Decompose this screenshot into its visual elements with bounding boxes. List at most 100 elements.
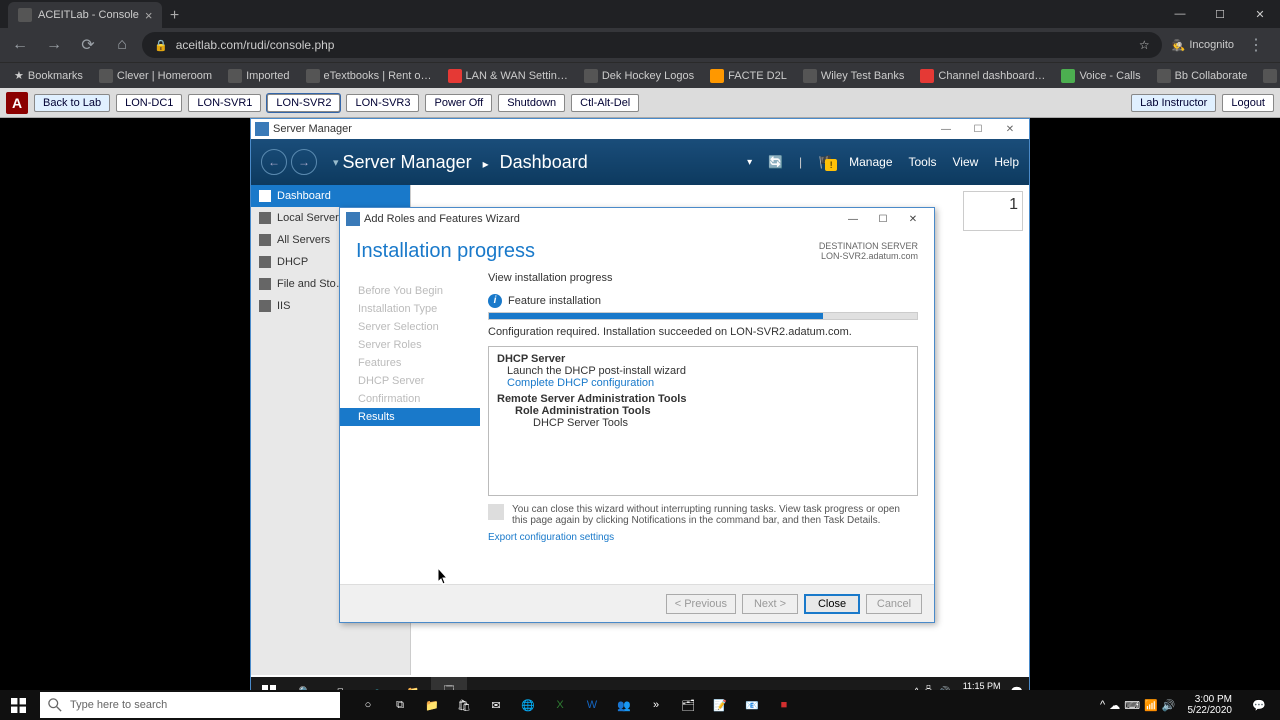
taskbar-excel-icon[interactable]: X xyxy=(544,690,576,720)
wizard-step: Server Roles xyxy=(340,336,480,354)
sidebar-item-dashboard[interactable]: Dashboard xyxy=(251,185,410,207)
taskbar-teams-icon[interactable]: 👥 xyxy=(608,690,640,720)
menu-manage[interactable]: Manage xyxy=(849,155,892,169)
taskbar-mail-icon[interactable]: ✉ xyxy=(480,690,512,720)
close-icon[interactable]: ✕ xyxy=(995,121,1025,137)
bookmark-item[interactable]: FACTE D2L xyxy=(704,69,793,83)
forward-icon[interactable]: → xyxy=(40,31,68,59)
note-icon xyxy=(488,504,504,520)
taskbar-store-icon[interactable]: 🛍 xyxy=(448,690,480,720)
shutdown-button[interactable]: Shutdown xyxy=(498,94,565,112)
bookmark-item[interactable]: Clever | Homeroom xyxy=(93,69,218,83)
star-icon[interactable]: ☆ xyxy=(1139,38,1150,52)
bookmarks-star-icon[interactable]: ★ Bookmarks xyxy=(8,69,89,82)
minimize-icon[interactable]: — xyxy=(1160,0,1200,28)
reload-icon[interactable]: ⟳ xyxy=(74,31,102,59)
bookmark-item[interactable]: LAN & WAN Settin… xyxy=(442,69,574,83)
tray-onedrive-icon[interactable]: ☁ xyxy=(1109,699,1120,712)
chevron-down-icon[interactable]: ▾ xyxy=(747,157,752,168)
wizard-titlebar[interactable]: Add Roles and Features Wizard — ☐ ✕ xyxy=(340,208,934,230)
maximize-icon[interactable]: ☐ xyxy=(868,210,898,228)
minimize-icon[interactable]: — xyxy=(931,121,961,137)
task-view-icon[interactable]: ⧉ xyxy=(384,690,416,720)
result-row: DHCP Server xyxy=(497,353,909,365)
back-icon[interactable]: ← xyxy=(6,31,34,59)
power-off-button[interactable]: Power Off xyxy=(425,94,492,112)
other-bookmarks[interactable]: Other bookmarks xyxy=(1257,69,1280,83)
taskbar-app-icon[interactable]: 🗂 xyxy=(672,690,704,720)
taskbar-explorer-icon[interactable]: 📁 xyxy=(416,690,448,720)
taskbar-app-icon[interactable]: ■ xyxy=(768,690,800,720)
home-icon[interactable]: ⌂ xyxy=(108,31,136,59)
close-icon[interactable]: ✕ xyxy=(898,210,928,228)
bookmark-item[interactable]: eTextbooks | Rent o… xyxy=(300,69,438,83)
action-center-icon[interactable]: 💬 xyxy=(1244,690,1274,720)
taskbar-word-icon[interactable]: W xyxy=(576,690,608,720)
incognito-icon: 🕵 xyxy=(1172,39,1186,52)
taskbar-chrome-icon[interactable]: 🌐 xyxy=(512,690,544,720)
bookmark-item[interactable]: Wiley Test Banks xyxy=(797,69,911,83)
vm-button-lon-svr2[interactable]: LON-SVR2 xyxy=(267,94,340,112)
menu-view[interactable]: View xyxy=(953,155,979,169)
logout-button[interactable]: Logout xyxy=(1222,94,1274,112)
progress-fill xyxy=(489,313,823,319)
vm-button-lon-svr3[interactable]: LON-SVR3 xyxy=(346,94,419,112)
nav-back-icon[interactable]: ← xyxy=(261,149,287,175)
bookmark-item[interactable]: Voice - Calls xyxy=(1055,69,1146,83)
browser-window: ACEITLab - Console × + — ☐ ✕ ← → ⟳ ⌂ 🔒 a… xyxy=(0,0,1280,690)
notifications-flag-icon[interactable]: 🏴! xyxy=(818,155,833,169)
vm-button-lon-dc1[interactable]: LON-DC1 xyxy=(116,94,182,112)
result-row: DHCP Server Tools xyxy=(497,417,909,429)
menu-help[interactable]: Help xyxy=(994,155,1019,169)
taskbar-powershell-icon[interactable]: » xyxy=(640,690,672,720)
wizard-step: Confirmation xyxy=(340,390,480,408)
vm-button-lon-svr1[interactable]: LON-SVR1 xyxy=(188,94,261,112)
chevron-down-icon[interactable]: ▾ xyxy=(333,156,339,169)
info-icon: i xyxy=(488,294,502,308)
maximize-icon[interactable]: ☐ xyxy=(963,121,993,137)
cortana-icon[interactable]: ○ xyxy=(352,690,384,720)
tray-wifi-icon[interactable]: 📶 xyxy=(1144,699,1158,712)
bookmark-item[interactable]: Dek Hockey Logos xyxy=(578,69,700,83)
new-tab-button[interactable]: + xyxy=(162,4,186,28)
taskbar-outlook-icon[interactable]: 📧 xyxy=(736,690,768,720)
page-viewport: A Back to Lab LON-DC1 LON-SVR1 LON-SVR2 … xyxy=(0,88,1280,690)
close-button[interactable]: Close xyxy=(804,594,860,614)
back-to-lab-button[interactable]: Back to Lab xyxy=(34,94,110,112)
tray-chevron-icon[interactable]: ^ xyxy=(1100,699,1105,711)
bookmark-item[interactable]: Bb Collaborate xyxy=(1151,69,1254,83)
close-icon[interactable]: ✕ xyxy=(1240,0,1280,28)
lock-icon: 🔒 xyxy=(154,39,168,52)
refresh-icon[interactable]: 🔄 xyxy=(768,155,783,169)
maximize-icon[interactable]: ☐ xyxy=(1200,0,1240,28)
host-clock[interactable]: 3:00 PM 5/22/2020 xyxy=(1180,694,1241,716)
browser-tab[interactable]: ACEITLab - Console × xyxy=(8,2,162,28)
nav-forward-icon[interactable]: → xyxy=(291,149,317,175)
remote-desktop: Server Manager — ☐ ✕ ← → ▾ Server Manage… xyxy=(250,118,1030,708)
wizard-step-results[interactable]: Results xyxy=(340,408,480,426)
wizard-icon xyxy=(346,212,360,226)
tray-kb-icon[interactable]: ⌨ xyxy=(1124,699,1140,712)
start-button[interactable] xyxy=(0,690,36,720)
result-row: Remote Server Administration Tools xyxy=(497,393,909,405)
favicon xyxy=(18,8,32,22)
host-task-icons: ○ ⧉ 📁 🛍 ✉ 🌐 X W 👥 » 🗂 📝 📧 ■ xyxy=(352,690,800,720)
sm-header: ← → ▾ Server Manager ▸ Dashboard ▾ 🔄 | 🏴… xyxy=(251,139,1029,185)
tray-volume-icon[interactable]: 🔊 xyxy=(1162,699,1176,712)
bookmark-item[interactable]: Imported xyxy=(222,69,295,83)
complete-dhcp-link[interactable]: Complete DHCP configuration xyxy=(497,377,909,389)
cancel-button: Cancel xyxy=(866,594,922,614)
minimize-icon[interactable]: — xyxy=(838,210,868,228)
lab-instructor-button[interactable]: Lab Instructor xyxy=(1131,94,1216,112)
menu-icon[interactable]: ⋮ xyxy=(1242,31,1270,59)
close-tab-icon[interactable]: × xyxy=(145,8,153,23)
sm-titlebar[interactable]: Server Manager — ☐ ✕ xyxy=(251,119,1029,139)
omnibox[interactable]: 🔒 aceitlab.com/rudi/console.php ☆ xyxy=(142,32,1162,58)
ctrl-alt-del-button[interactable]: Ctl-Alt-Del xyxy=(571,94,639,112)
bookmark-item[interactable]: Channel dashboard… xyxy=(914,69,1051,83)
taskbar-notes-icon[interactable]: 📝 xyxy=(704,690,736,720)
address-bar: ← → ⟳ ⌂ 🔒 aceitlab.com/rudi/console.php … xyxy=(0,28,1280,62)
search-input[interactable]: Type here to search xyxy=(40,692,340,718)
export-settings-link[interactable]: Export configuration settings xyxy=(488,532,918,543)
menu-tools[interactable]: Tools xyxy=(909,155,937,169)
